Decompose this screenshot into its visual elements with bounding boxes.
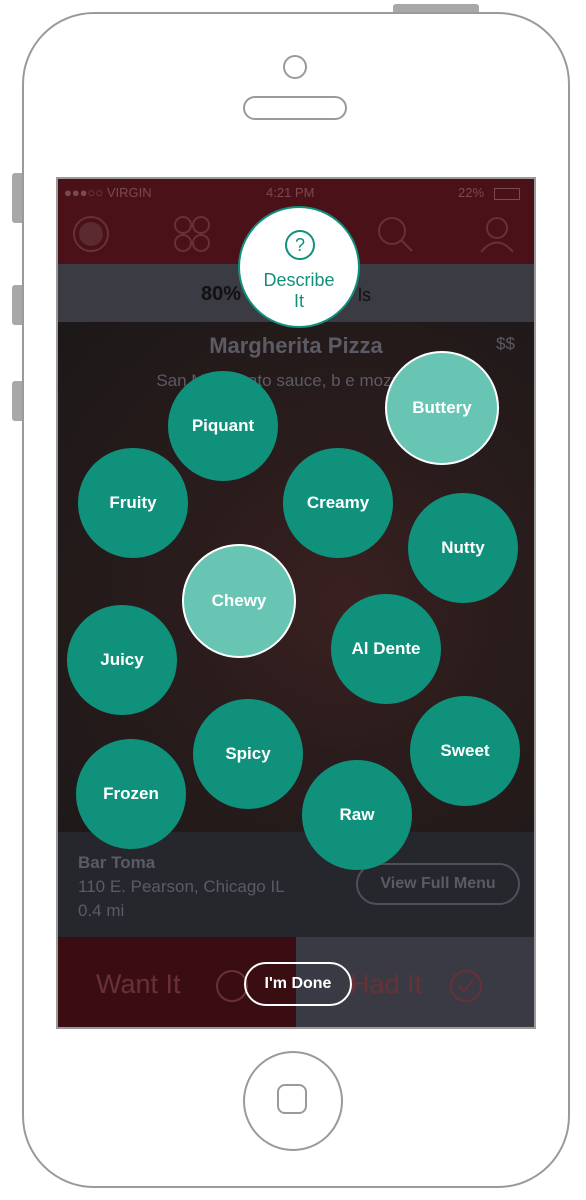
percent-value: 80% — [201, 283, 242, 305]
tag-bubble-al-dente[interactable]: Al Dente — [331, 594, 441, 704]
search-icon[interactable] — [376, 215, 414, 253]
battery-percent: 22% — [458, 185, 485, 200]
tag-bubble-nutty[interactable]: Nutty — [408, 493, 518, 603]
tag-bubble-spicy[interactable]: Spicy — [193, 699, 303, 809]
camera — [283, 55, 307, 79]
tag-bubble-juicy[interactable]: Juicy — [67, 605, 177, 715]
tag-bubble-fruity[interactable]: Fruity — [78, 448, 188, 558]
describe-it-button[interactable]: ? Describe It — [238, 206, 360, 328]
profile-ring-icon[interactable] — [72, 215, 110, 253]
venue-address: 110 E. Pearson, Chicago IL — [78, 877, 285, 896]
tag-bubble-buttery[interactable]: Buttery — [385, 351, 499, 465]
describe-label-line2: It — [293, 291, 304, 311]
volume-up-button — [12, 285, 22, 325]
tag-bubble-creamy[interactable]: Creamy — [283, 448, 393, 558]
tag-bubble-raw[interactable]: Raw — [302, 760, 412, 870]
mute-switch — [12, 173, 22, 223]
carrier-label: ●●●○○ VIRGIN — [64, 185, 152, 200]
home-square-icon — [277, 1084, 307, 1114]
describe-label-line1: Describe — [263, 270, 335, 290]
tag-bubble-sweet[interactable]: Sweet — [410, 696, 520, 806]
price-level: $$ — [496, 334, 515, 353]
grid-icon[interactable] — [173, 215, 211, 253]
volume-down-button — [12, 381, 22, 421]
want-it-label: Want It — [96, 969, 181, 999]
percent-suffix: ls — [358, 285, 371, 305]
user-icon[interactable] — [478, 215, 516, 253]
check-icon — [450, 970, 482, 1002]
question-icon: ? — [285, 230, 315, 260]
venue-distance: 0.4 mi — [78, 901, 125, 920]
clock: 4:21 PM — [266, 185, 315, 200]
tag-bubble-chewy[interactable]: Chewy — [182, 544, 296, 658]
view-full-menu-button[interactable]: View Full Menu — [356, 863, 520, 905]
tag-bubble-frozen[interactable]: Frozen — [76, 739, 186, 849]
tag-bubble-piquant[interactable]: Piquant — [168, 371, 278, 481]
venue-name: Bar Toma — [78, 853, 156, 872]
battery-icon — [494, 188, 520, 200]
speaker — [243, 96, 347, 120]
im-done-button[interactable]: I'm Done — [244, 962, 352, 1006]
had-it-label: Had It — [350, 969, 423, 999]
